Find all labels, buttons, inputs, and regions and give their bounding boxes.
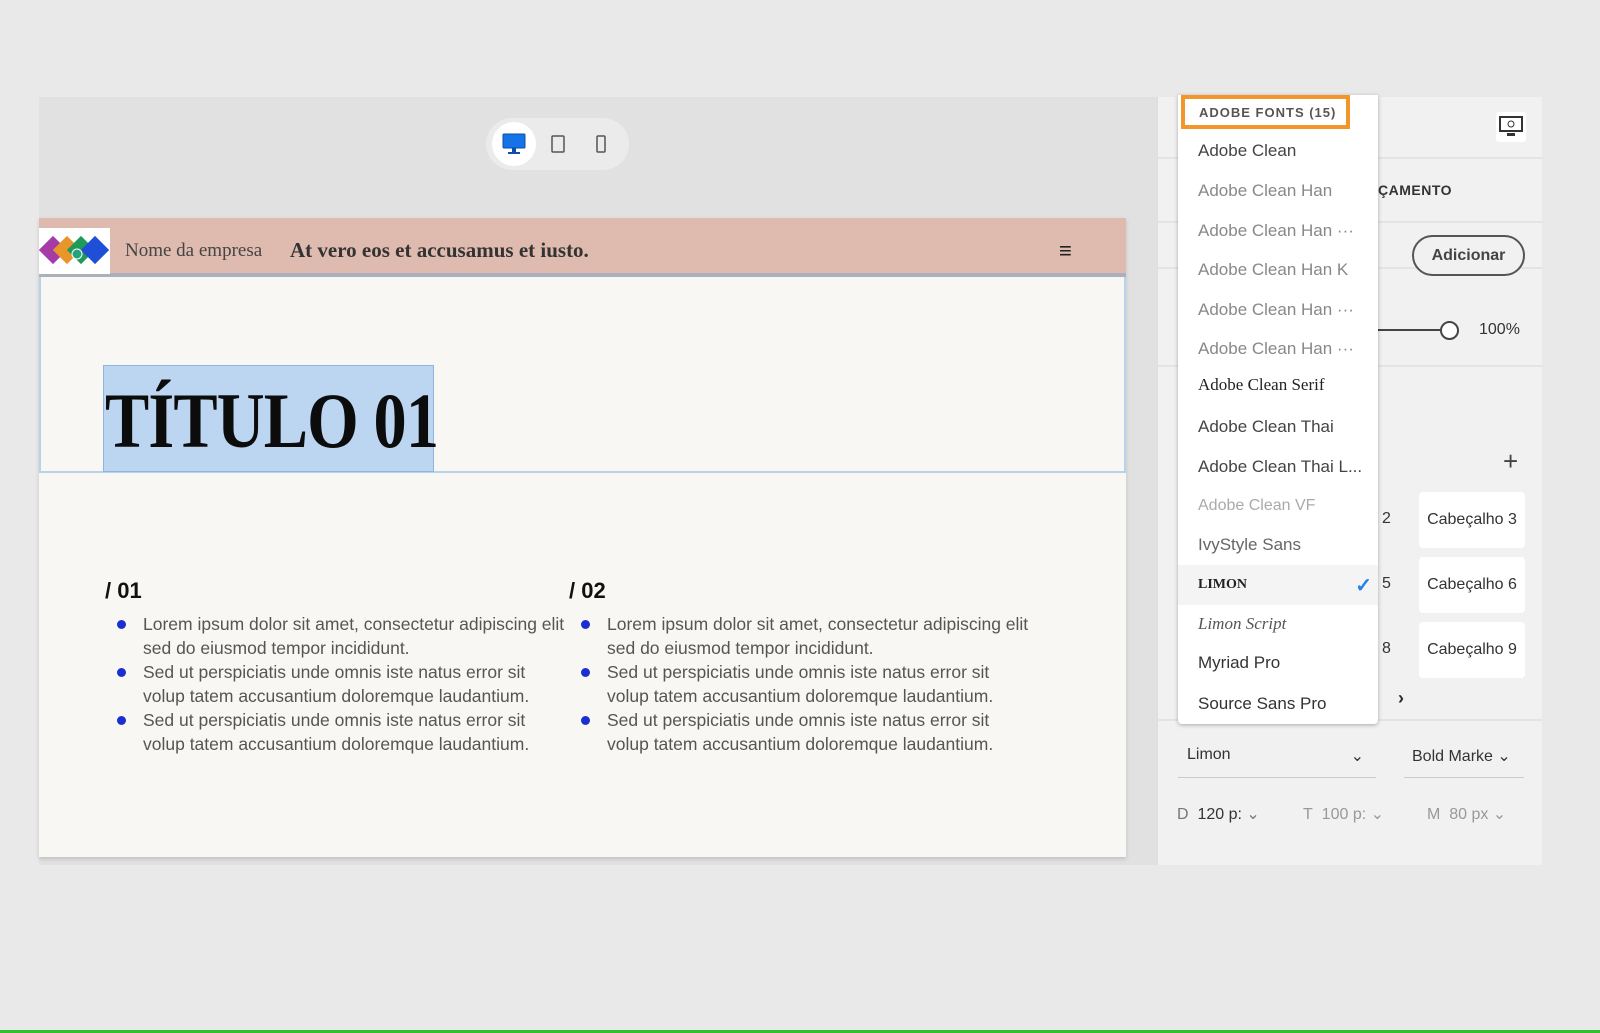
slider-handle[interactable] <box>1440 321 1459 340</box>
font-option[interactable]: Adobe Clean Thai L... <box>1178 447 1378 487</box>
font-option-selected[interactable]: LIMON ✓ <box>1178 565 1378 605</box>
page-preview: Nome da empresa At vero eos et accusamus… <box>38 218 1126 857</box>
opacity-value[interactable]: 100% <box>1479 321 1520 339</box>
tablet-icon <box>550 135 565 153</box>
size-mobile[interactable]: M 80 px ⌄ <box>1427 804 1506 824</box>
font-option[interactable]: Adobe Clean Han ··· <box>1178 329 1378 369</box>
column-1: / 01 Lorem ipsum dolor sit amet, consect… <box>105 578 565 756</box>
font-option[interactable]: Adobe Clean Han K <box>1178 250 1378 290</box>
list-item: Sed ut perspiciatis unde omnis iste natu… <box>569 660 1029 708</box>
desktop-icon <box>502 133 526 154</box>
font-option-label: LIMON <box>1198 577 1247 592</box>
tab-posicionamento[interactable]: ÇAMENTO <box>1378 182 1452 198</box>
chevron-down-icon: ⌄ <box>1350 748 1364 765</box>
style-card-heading-3[interactable]: Cabeçalho 3 <box>1419 492 1525 548</box>
list-item: Lorem ipsum dolor sit amet, consectetur … <box>569 612 1029 660</box>
font-option[interactable]: IvyStyle Sans <box>1178 525 1378 565</box>
chevron-down-icon: ⌄ <box>1497 748 1511 765</box>
size-value: 80 px <box>1449 806 1489 823</box>
preview-icon <box>1499 116 1523 136</box>
font-family-value: Limon <box>1187 746 1231 763</box>
font-weight-select[interactable]: Bold Marke ⌄ <box>1404 746 1524 778</box>
size-value: 100 p: <box>1321 806 1367 823</box>
font-option[interactable]: Adobe Clean Han <box>1178 171 1378 211</box>
checkmark-icon: ✓ <box>1355 574 1372 597</box>
style-card-2[interactable]: 2 <box>1382 510 1391 528</box>
font-option[interactable]: Limon Script <box>1178 604 1378 644</box>
style-card-5[interactable]: 5 <box>1382 575 1391 593</box>
font-weight-value: Bold Marke <box>1412 748 1493 765</box>
size-tablet[interactable]: T 100 p: ⌄ <box>1303 804 1384 824</box>
hamburger-menu-icon[interactable]: ≡ <box>1059 238 1072 264</box>
mobile-icon <box>596 135 606 153</box>
size-label: M <box>1427 806 1441 823</box>
size-label: T <box>1303 806 1313 823</box>
dropdown-header: ADOBE FONTS (15) <box>1181 95 1350 129</box>
list-item: Sed ut perspiciatis unde omnis iste natu… <box>105 708 565 756</box>
style-card-8[interactable]: 8 <box>1382 640 1391 658</box>
font-family-select[interactable]: Limon ⌄ <box>1178 746 1376 778</box>
opacity-slider[interactable] <box>1378 329 1448 331</box>
page-title[interactable]: TÍTULO 01 <box>105 376 439 466</box>
size-desktop[interactable]: D 120 p: ⌄ <box>1177 804 1260 824</box>
header-tagline: At vero eos et accusamus et iusto. <box>290 238 589 262</box>
size-label: D <box>1177 806 1189 823</box>
font-option[interactable]: Myriad Pro <box>1178 643 1378 683</box>
column-heading: / 02 <box>569 578 606 603</box>
font-option[interactable]: Adobe Clean Han ··· <box>1178 290 1378 330</box>
add-button[interactable]: Adicionar <box>1412 235 1525 276</box>
add-style-icon[interactable]: + <box>1503 446 1518 477</box>
site-header[interactable]: Nome da empresa At vero eos et accusamus… <box>38 218 1126 277</box>
style-card-heading-6[interactable]: Cabeçalho 6 <box>1419 557 1525 613</box>
font-option[interactable]: Source Sans Pro <box>1178 684 1378 724</box>
font-option[interactable]: Adobe Clean VF <box>1178 486 1378 526</box>
logo[interactable] <box>38 228 110 274</box>
list-item: Sed ut perspiciatis unde omnis iste natu… <box>105 660 565 708</box>
font-option[interactable]: Adobe Clean Serif <box>1178 365 1378 405</box>
preview-button[interactable] <box>1496 112 1526 142</box>
desktop-view-button[interactable] <box>492 122 536 166</box>
style-card-heading-9[interactable]: Cabeçalho 9 <box>1419 622 1525 678</box>
list-item: Lorem ipsum dolor sit amet, consectetur … <box>105 612 565 660</box>
font-option[interactable]: Adobe Clean Thai <box>1178 407 1378 447</box>
font-dropdown: ADOBE FONTS (15) Adobe Clean Adobe Clean… <box>1178 95 1378 724</box>
font-option[interactable]: Adobe Clean <box>1178 131 1378 171</box>
tablet-view-button[interactable] <box>536 122 580 166</box>
column-heading: / 01 <box>105 578 142 603</box>
column-2: / 02 Lorem ipsum dolor sit amet, consect… <box>569 578 1029 756</box>
font-option[interactable]: Adobe Clean Han ··· <box>1178 211 1378 251</box>
company-name: Nome da empresa <box>125 240 263 261</box>
size-value: 120 p: <box>1197 806 1242 823</box>
device-toggle <box>486 118 629 170</box>
next-page-icon[interactable]: › <box>1398 688 1404 709</box>
mobile-view-button[interactable] <box>579 122 623 166</box>
list-item: Sed ut perspiciatis unde omnis iste natu… <box>569 708 1029 756</box>
